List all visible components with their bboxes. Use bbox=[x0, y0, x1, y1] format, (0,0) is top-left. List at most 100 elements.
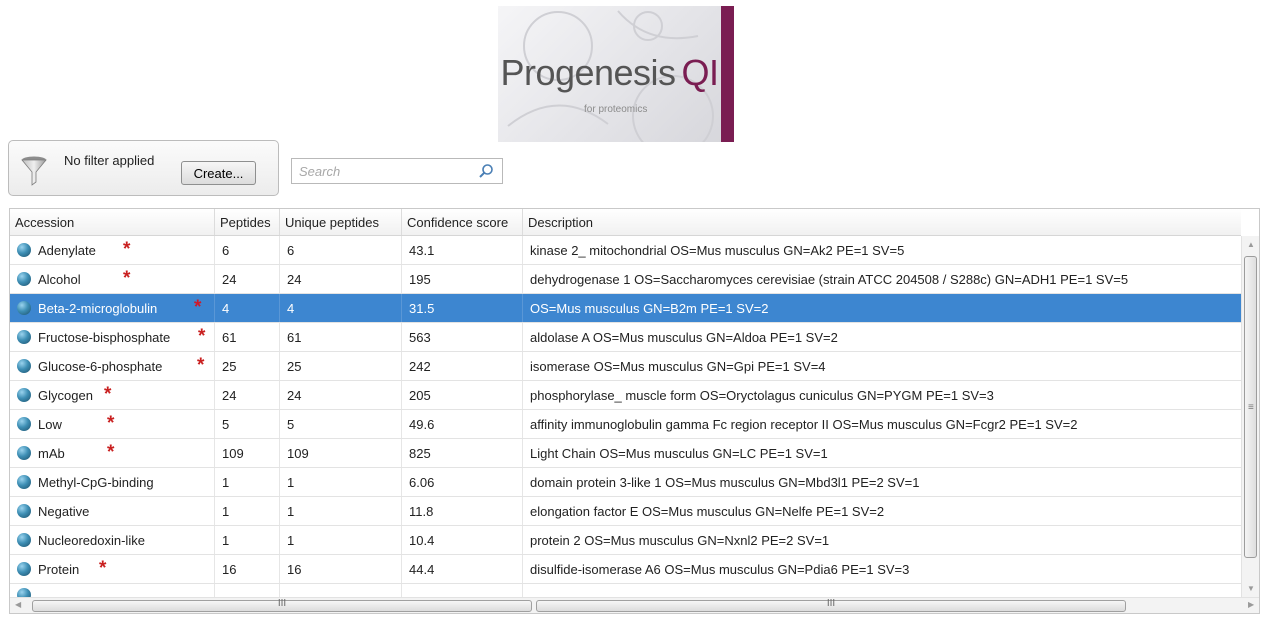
table-row[interactable]: Glycogen * 24 24 205 phosphorylase_ muscle fo… bbox=[10, 381, 1241, 410]
accession-cell: mAb bbox=[38, 446, 65, 461]
horizontal-scroll-thumb-left[interactable]: III bbox=[32, 598, 532, 612]
globe-icon bbox=[17, 272, 31, 286]
unique-peptides-cell: 61 bbox=[280, 323, 402, 351]
unique-peptides-cell: 4 bbox=[280, 294, 402, 322]
column-header-description[interactable]: Description bbox=[523, 209, 1241, 235]
star-icon: * bbox=[99, 558, 107, 579]
table-row[interactable]: Fructose-bisphosphate * 61 61 563 aldolase A … bbox=[10, 323, 1241, 352]
table-body: Adenylate * 6 6 43.1 kinase 2_ mitochondrial … bbox=[10, 236, 1241, 598]
create-filter-button[interactable]: Create... bbox=[181, 161, 256, 185]
accession-cell: Beta-2-microglobulin bbox=[38, 301, 158, 316]
scroll-right-arrow-icon[interactable]: ▶ bbox=[1248, 600, 1254, 609]
confidence-score-cell: 6.06 bbox=[402, 468, 523, 496]
unique-peptides-cell: 1 bbox=[280, 526, 402, 554]
confidence-score-cell: 205 bbox=[402, 381, 523, 409]
table-row[interactable]: Nucleoredoxin-like 1 1 10.4 protein 2 OS=Mus… bbox=[10, 526, 1241, 555]
confidence-score-cell: 31.5 bbox=[402, 294, 523, 322]
peptides-cell: 61 bbox=[215, 323, 280, 351]
column-header-accession[interactable]: Accession bbox=[10, 209, 215, 235]
description-cell: elongation factor E OS=Mus musculus GN=N… bbox=[530, 504, 885, 519]
filter-panel: No filter applied Create... bbox=[8, 140, 279, 196]
description-cell: kinase 2_ mitochondrial OS=Mus musculus … bbox=[530, 243, 905, 258]
description-cell: protein 2 OS=Mus musculus GN=Nxnl2 PE=2 … bbox=[530, 533, 830, 548]
globe-icon bbox=[17, 446, 31, 460]
horizontal-scrollbar[interactable]: ◀ III III ▶ bbox=[10, 597, 1259, 613]
accession-cell: Methyl-CpG-binding bbox=[38, 475, 154, 490]
column-header-unique-peptides[interactable]: Unique peptides bbox=[280, 209, 402, 235]
table-row[interactable]: mAb * 109 109 825 Light Chain OS=Mus musculus… bbox=[10, 439, 1241, 468]
confidence-score-cell: 44.4 bbox=[402, 555, 523, 583]
accession-cell: Protein bbox=[38, 562, 80, 577]
globe-icon bbox=[17, 417, 31, 431]
description-cell: domain protein 3-like 1 OS=Mus musculus … bbox=[530, 475, 920, 490]
peptides-cell: 25 bbox=[215, 352, 280, 380]
unique-peptides-cell: 109 bbox=[280, 439, 402, 467]
star-icon: * bbox=[107, 413, 115, 434]
confidence-score-cell: 195 bbox=[402, 265, 523, 293]
unique-peptides-cell: 16 bbox=[280, 555, 402, 583]
magnifier-icon[interactable] bbox=[478, 163, 494, 182]
accession-cell: Alcohol bbox=[38, 272, 81, 287]
table-row[interactable]: Methyl-CpG-binding 1 1 6.06 domain protein 3… bbox=[10, 468, 1241, 497]
star-icon: * bbox=[107, 442, 115, 463]
scroll-left-arrow-icon[interactable]: ◀ bbox=[15, 600, 21, 609]
unique-peptides-cell: 5 bbox=[280, 410, 402, 438]
table-row[interactable]: Low * 5 5 49.6 affinity immunoglobulin gamma … bbox=[10, 410, 1241, 439]
confidence-score-cell: 825 bbox=[402, 439, 523, 467]
description-cell: disulfide-isomerase A6 OS=Mus musculus G… bbox=[530, 562, 910, 577]
globe-icon bbox=[17, 475, 31, 489]
table-row[interactable]: Adenylate * 6 6 43.1 kinase 2_ mitochondrial … bbox=[10, 236, 1241, 265]
accession-cell: Low bbox=[38, 417, 62, 432]
globe-icon bbox=[17, 301, 31, 315]
table-row[interactable]: Glucose-6-phosphate * 25 25 242 isomerase OS=… bbox=[10, 352, 1241, 381]
column-header-confidence-score[interactable]: Confidence score bbox=[402, 209, 523, 235]
star-icon: * bbox=[123, 268, 131, 289]
vertical-scrollbar[interactable]: ▲ ≡ ▼ bbox=[1241, 236, 1259, 597]
accession-cell: Adenylate bbox=[38, 243, 96, 258]
globe-icon bbox=[17, 388, 31, 402]
peptides-cell: 6 bbox=[215, 236, 280, 264]
vertical-scroll-thumb[interactable]: ≡ bbox=[1244, 256, 1257, 558]
confidence-score-cell: 49.6 bbox=[402, 410, 523, 438]
proteins-table: Accession Peptides Unique peptides Confi… bbox=[9, 208, 1260, 614]
search-input[interactable] bbox=[299, 160, 469, 182]
star-icon: * bbox=[104, 384, 112, 405]
description-cell: isomerase OS=Mus musculus GN=Gpi PE=1 SV… bbox=[530, 359, 826, 374]
unique-peptides-cell: 25 bbox=[280, 352, 402, 380]
table-row[interactable]: Negative 1 1 11.8 elongation factor E OS=Mus… bbox=[10, 497, 1241, 526]
peptides-cell: 1 bbox=[215, 526, 280, 554]
accession-cell: Nucleoredoxin-like bbox=[38, 533, 145, 548]
confidence-score-cell: 242 bbox=[402, 352, 523, 380]
accession-cell: Fructose-bisphosphate bbox=[38, 330, 171, 345]
confidence-score-cell: 43.1 bbox=[402, 236, 523, 264]
confidence-score-cell: 10.4 bbox=[402, 526, 523, 554]
globe-icon bbox=[17, 243, 31, 257]
confidence-score-cell: 11.8 bbox=[402, 497, 523, 525]
description-cell: affinity immunoglobulin gamma Fc region … bbox=[530, 417, 1078, 432]
table-row[interactable]: Protein * 16 16 44.4 disulfide-isomerase A6 O… bbox=[10, 555, 1241, 584]
peptides-cell: 109 bbox=[215, 439, 280, 467]
unique-peptides-cell: 1 bbox=[280, 468, 402, 496]
table-row[interactable]: Beta-2-microglobulin * 4 4 31.5 OS=Mus muscul… bbox=[10, 294, 1241, 323]
peptides-cell: 16 bbox=[215, 555, 280, 583]
logo-accent-bar bbox=[721, 6, 734, 142]
scroll-down-arrow-icon[interactable]: ▼ bbox=[1247, 584, 1255, 593]
star-icon: * bbox=[123, 239, 131, 260]
description-cell: OS=Mus musculus GN=B2m PE=1 SV=2 bbox=[530, 301, 769, 316]
table-row[interactable]: Alcohol * 24 24 195 dehydrogenase 1 OS=Saccha… bbox=[10, 265, 1241, 294]
unique-peptides-cell: 24 bbox=[280, 265, 402, 293]
description-cell: Light Chain OS=Mus musculus GN=LC PE=1 S… bbox=[530, 446, 828, 461]
horizontal-scroll-thumb-right[interactable]: III bbox=[536, 598, 1126, 612]
accession-cell: Negative bbox=[38, 504, 90, 519]
table-row-partial bbox=[10, 584, 1241, 598]
peptides-cell: 1 bbox=[215, 468, 280, 496]
peptides-cell: 4 bbox=[215, 294, 280, 322]
unique-peptides-cell: 24 bbox=[280, 381, 402, 409]
scroll-up-arrow-icon[interactable]: ▲ bbox=[1247, 240, 1255, 249]
accession-cell: Glucose-6-phosphate bbox=[38, 359, 163, 374]
peptides-cell: 1 bbox=[215, 497, 280, 525]
column-header-peptides[interactable]: Peptides bbox=[215, 209, 280, 235]
search-box bbox=[291, 158, 503, 184]
peptides-cell: 24 bbox=[215, 381, 280, 409]
unique-peptides-cell: 1 bbox=[280, 497, 402, 525]
